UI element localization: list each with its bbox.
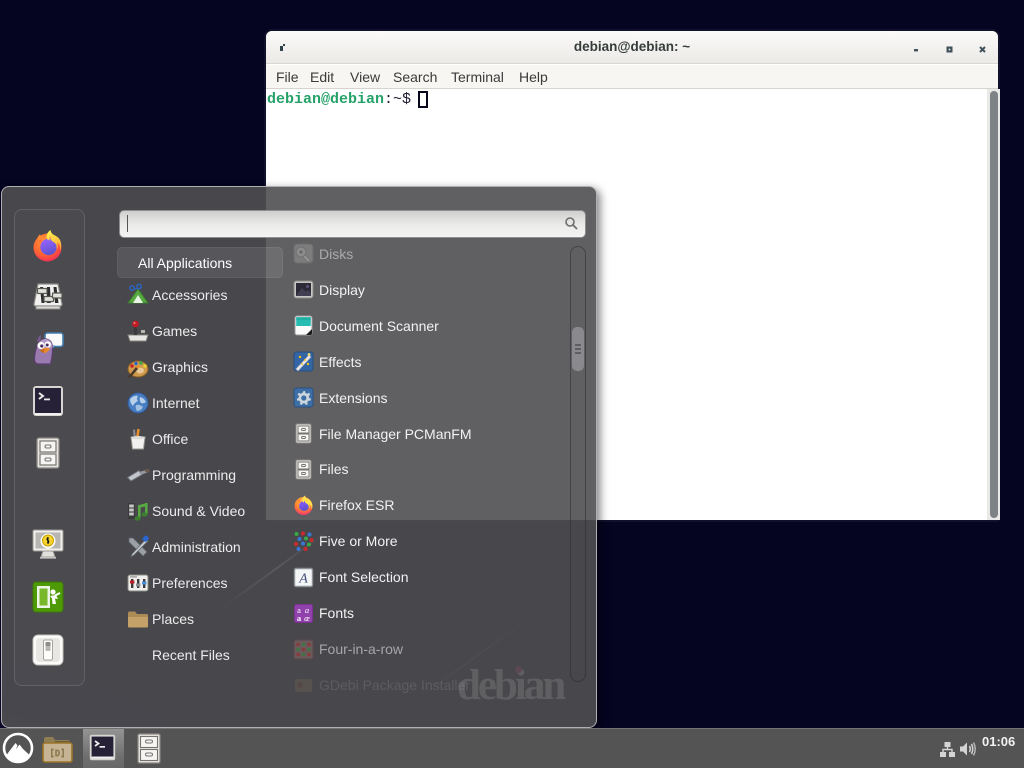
svg-text:œ: œ: [304, 613, 310, 623]
svg-text:A: A: [298, 572, 308, 587]
